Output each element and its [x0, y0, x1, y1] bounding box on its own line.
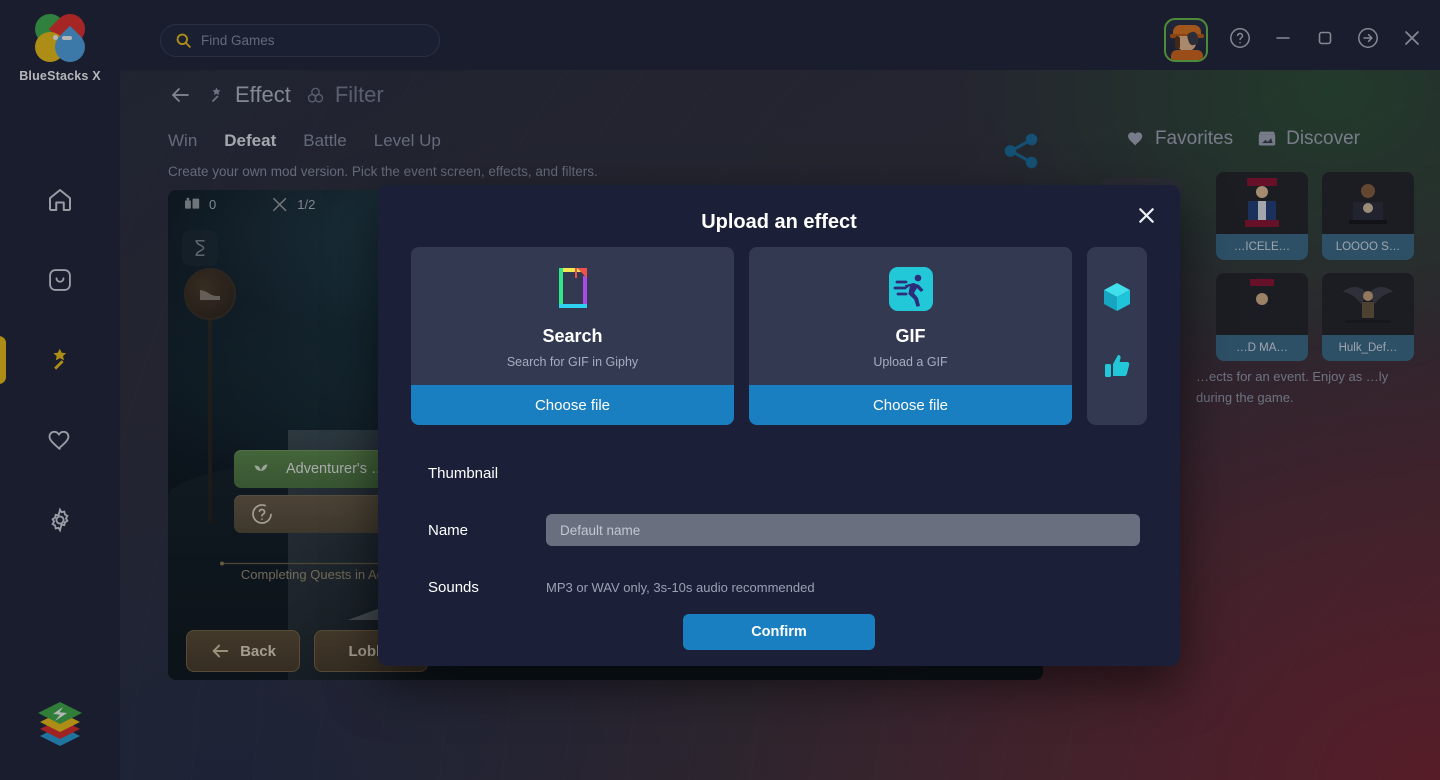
sounds-label: Sounds [428, 578, 479, 596]
cube-3d-icon[interactable] [1102, 281, 1132, 318]
thumbnail-label: Thumbnail [428, 464, 499, 482]
upload-form: Thumbnail Name Sounds MP3 or WAV only, 3… [428, 453, 1140, 607]
confirm-row: Confirm [378, 614, 1180, 650]
sounds-hint: MP3 or WAV only, 3s-10s audio recommende… [546, 579, 815, 595]
upload-card-subtitle: Upload a GIF [873, 355, 948, 369]
upload-option-cards: Search Search for GIF in Giphy Choose fi… [411, 247, 1072, 425]
name-row: Name [428, 510, 1140, 550]
choose-file-button-search[interactable]: Choose file [411, 385, 734, 425]
thumbnail-row: Thumbnail [428, 453, 1140, 493]
gif-runner-icon [888, 266, 934, 312]
upload-effect-modal: Upload an effect Search Search for GIF i… [378, 185, 1180, 666]
upload-card-title: GIF [895, 326, 926, 346]
upload-card-search: Search Search for GIF in Giphy Choose fi… [411, 247, 734, 425]
upload-card-title: Search [542, 326, 603, 346]
thumbs-up-icon[interactable] [1103, 352, 1131, 385]
choose-file-button-gif[interactable]: Choose file [749, 385, 1072, 425]
name-input[interactable] [546, 514, 1140, 546]
bluestacks-window: Effect Filter Win Defeat Battle Level Up… [0, 0, 1440, 780]
giphy-page-icon [551, 266, 595, 312]
confirm-button[interactable]: Confirm [683, 614, 875, 650]
name-label: Name [428, 521, 469, 539]
close-icon[interactable] [1130, 199, 1162, 231]
modal-side-tools [1087, 247, 1147, 425]
upload-card-subtitle: Search for GIF in Giphy [506, 355, 639, 369]
upload-card-gif: GIF Upload a GIF Choose file [749, 247, 1072, 425]
sounds-row: Sounds MP3 or WAV only, 3s-10s audio rec… [428, 567, 1140, 607]
modal-title: Upload an effect [701, 211, 857, 233]
